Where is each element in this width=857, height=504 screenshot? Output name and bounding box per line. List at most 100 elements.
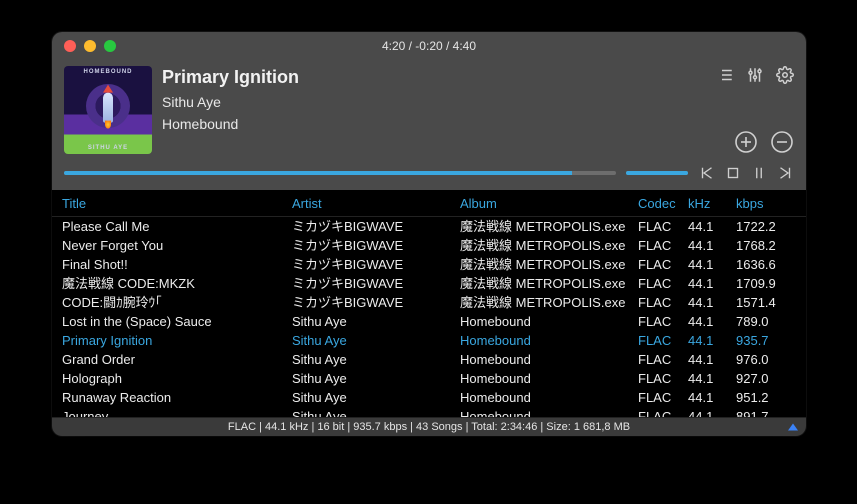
column-album[interactable]: Album <box>460 196 638 211</box>
track-title: Please Call Me <box>62 217 292 236</box>
track-codec: FLAC <box>638 407 688 417</box>
track-title: Grand Order <box>62 350 292 369</box>
controls-row <box>52 164 806 190</box>
track-codec: FLAC <box>638 312 688 331</box>
column-khz[interactable]: kHz <box>688 196 736 211</box>
list-icon[interactable] <box>716 66 734 84</box>
track-row[interactable]: JourneySithu AyeHomeboundFLAC44.1891.7 <box>52 407 806 417</box>
window-controls <box>52 40 116 52</box>
track-row[interactable]: Primary IgnitionSithu AyeHomeboundFLAC44… <box>52 331 806 350</box>
time-display: 4:20 / -0:20 / 4:40 <box>52 39 806 53</box>
track-artist: Sithu Aye <box>292 407 460 417</box>
track-kbps: 935.7 <box>736 331 796 350</box>
track-title: CODE:闘ｶ腕玲ｳ｢ <box>62 293 292 312</box>
track-khz: 44.1 <box>688 331 736 350</box>
track-artist: Sithu Aye <box>292 369 460 388</box>
track-khz: 44.1 <box>688 388 736 407</box>
track-row[interactable]: HolographSithu AyeHomeboundFLAC44.1927.0 <box>52 369 806 388</box>
track-kbps: 1768.2 <box>736 236 796 255</box>
track-khz: 44.1 <box>688 312 736 331</box>
progress-bar[interactable] <box>64 171 616 175</box>
playlist: Title Artist Album Codec kHz kbps Please… <box>52 190 806 417</box>
track-khz: 44.1 <box>688 293 736 312</box>
track-row[interactable]: 魔法戦線 CODE:MKZKミカヅキBIGWAVE魔法戦線 METROPOLIS… <box>52 274 806 293</box>
close-window-button[interactable] <box>64 40 76 52</box>
equalizer-icon[interactable] <box>746 66 764 84</box>
track-album: Homebound <box>460 407 638 417</box>
track-artist: ミカヅキBIGWAVE <box>292 274 460 293</box>
gear-icon[interactable] <box>776 66 794 84</box>
track-khz: 44.1 <box>688 217 736 236</box>
track-album: 魔法戦線 METROPOLIS.exe <box>460 236 638 255</box>
status-bar: FLAC | 44.1 kHz | 16 bit | 935.7 kbps | … <box>52 417 806 436</box>
track-codec: FLAC <box>638 236 688 255</box>
next-button[interactable] <box>776 164 794 182</box>
track-artist: ミカヅキBIGWAVE <box>292 255 460 274</box>
track-khz: 44.1 <box>688 407 736 417</box>
track-artist: ミカヅキBIGWAVE <box>292 236 460 255</box>
zoom-window-button[interactable] <box>104 40 116 52</box>
track-artist: ミカヅキBIGWAVE <box>292 217 460 236</box>
track-codec: FLAC <box>638 350 688 369</box>
track-row[interactable]: Final Shot!!ミカヅキBIGWAVE魔法戦線 METROPOLIS.e… <box>52 255 806 274</box>
track-artist: ミカヅキBIGWAVE <box>292 293 460 312</box>
track-codec: FLAC <box>638 274 688 293</box>
stop-button[interactable] <box>724 164 742 182</box>
column-kbps[interactable]: kbps <box>736 196 796 211</box>
track-kbps: 1571.4 <box>736 293 796 312</box>
track-title: Primary Ignition <box>162 68 706 88</box>
track-album: 魔法戦線 METROPOLIS.exe <box>460 274 638 293</box>
column-artist[interactable]: Artist <box>292 196 460 211</box>
transport-controls <box>698 164 794 182</box>
track-album: Homebound <box>460 350 638 369</box>
remove-button[interactable] <box>770 130 794 154</box>
track-row[interactable]: Please Call MeミカヅキBIGWAVE魔法戦線 METROPOLIS… <box>52 217 806 236</box>
track-album: 魔法戦線 METROPOLIS.exe <box>460 217 638 236</box>
now-playing-header: HOMEBOUND SITHU AYE Primary Ignition Sit… <box>52 60 806 164</box>
track-row[interactable]: Grand OrderSithu AyeHomeboundFLAC44.1976… <box>52 350 806 369</box>
track-codec: FLAC <box>638 255 688 274</box>
track-codec: FLAC <box>638 331 688 350</box>
art-top-label: HOMEBOUND <box>64 69 152 75</box>
track-kbps: 1709.9 <box>736 274 796 293</box>
track-codec: FLAC <box>638 388 688 407</box>
track-khz: 44.1 <box>688 236 736 255</box>
track-row[interactable]: Runaway ReactionSithu AyeHomeboundFLAC44… <box>52 388 806 407</box>
titlebar: 4:20 / -0:20 / 4:40 <box>52 32 806 60</box>
track-album: Homebound <box>460 369 638 388</box>
art-bottom-label: SITHU AYE <box>64 145 152 151</box>
track-khz: 44.1 <box>688 255 736 274</box>
track-kbps: 976.0 <box>736 350 796 369</box>
volume-slider[interactable] <box>626 171 688 175</box>
column-title[interactable]: Title <box>62 196 292 211</box>
playlist-body: Please Call MeミカヅキBIGWAVE魔法戦線 METROPOLIS… <box>52 217 806 417</box>
minimize-window-button[interactable] <box>84 40 96 52</box>
track-album: 魔法戦線 METROPOLIS.exe <box>460 293 638 312</box>
track-khz: 44.1 <box>688 369 736 388</box>
track-title: Runaway Reaction <box>62 388 292 407</box>
pause-button[interactable] <box>750 164 768 182</box>
track-row[interactable]: CODE:闘ｶ腕玲ｳ｢ミカヅキBIGWAVE魔法戦線 METROPOLIS.ex… <box>52 293 806 312</box>
track-codec: FLAC <box>638 217 688 236</box>
track-title: Lost in the (Space) Sauce <box>62 312 292 331</box>
status-triangle-icon[interactable] <box>788 424 798 431</box>
track-artist: Sithu Aye <box>292 350 460 369</box>
track-codec: FLAC <box>638 293 688 312</box>
player-window: 4:20 / -0:20 / 4:40 HOMEBOUND SITHU AYE … <box>52 32 806 436</box>
column-codec[interactable]: Codec <box>638 196 688 211</box>
track-title: Final Shot!! <box>62 255 292 274</box>
track-title: Holograph <box>62 369 292 388</box>
track-album: 魔法戦線 METROPOLIS.exe <box>460 255 638 274</box>
track-meta: Primary Ignition Sithu Aye Homebound <box>162 66 706 154</box>
track-title: 魔法戦線 CODE:MKZK <box>62 274 292 293</box>
track-title: Journey <box>62 407 292 417</box>
album-art[interactable]: HOMEBOUND SITHU AYE <box>64 66 152 154</box>
track-codec: FLAC <box>638 369 688 388</box>
add-button[interactable] <box>734 130 758 154</box>
previous-button[interactable] <box>698 164 716 182</box>
track-artist: Sithu Aye <box>292 312 460 331</box>
track-row[interactable]: Never Forget YouミカヅキBIGWAVE魔法戦線 METROPOL… <box>52 236 806 255</box>
track-album: Homebound <box>460 388 638 407</box>
status-text: FLAC | 44.1 kHz | 16 bit | 935.7 kbps | … <box>228 421 630 433</box>
track-row[interactable]: Lost in the (Space) SauceSithu AyeHomebo… <box>52 312 806 331</box>
